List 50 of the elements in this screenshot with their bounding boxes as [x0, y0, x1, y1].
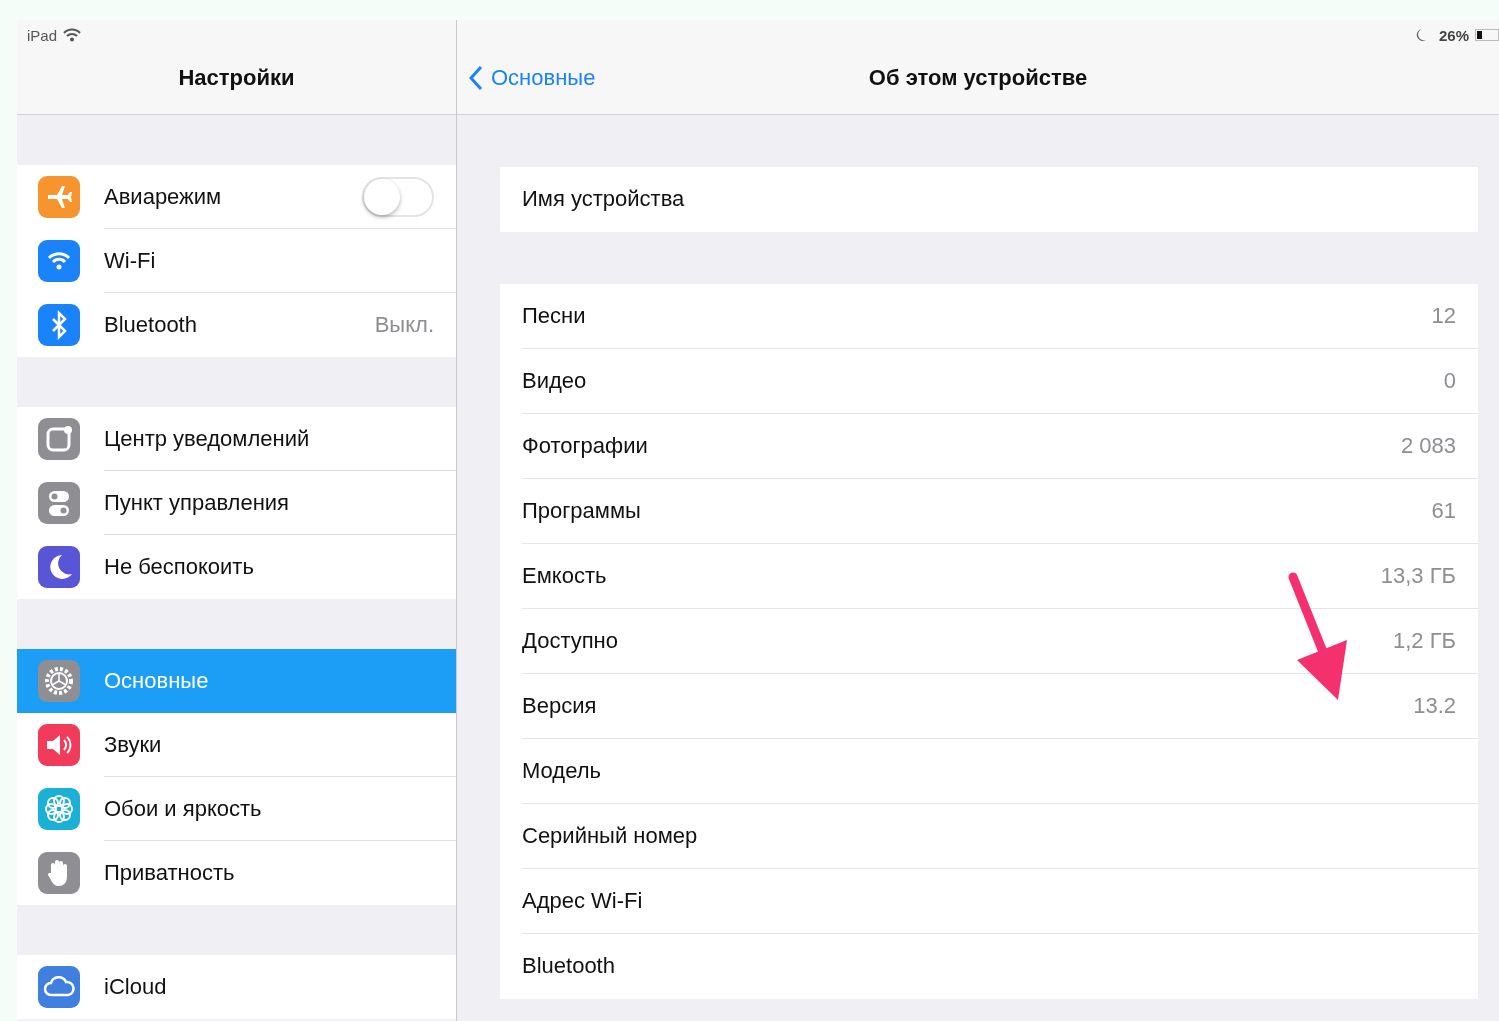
settings-row[interactable]: Авиарежим — [17, 165, 456, 229]
info-label: Адрес Wi-Fi — [522, 888, 644, 914]
settings-row[interactable]: Wi-Fi — [17, 229, 456, 293]
info-label: Доступно — [522, 628, 619, 654]
row-label: Центр уведомлений — [104, 425, 311, 452]
row-label: Авиарежим — [104, 183, 223, 210]
row-label: Основные — [104, 667, 210, 694]
battery-percent: 26% — [1438, 26, 1469, 44]
row-label: Пункт управления — [104, 489, 290, 516]
chevron-icon — [469, 65, 483, 91]
row-label: Bluetooth — [104, 311, 198, 338]
moon-icon — [1414, 28, 1427, 42]
info-label: Серийный номер — [522, 823, 699, 849]
info-label: Емкость — [522, 563, 608, 589]
row-label: iCloud — [104, 973, 168, 1000]
settings-row[interactable]: Пункт управления — [17, 471, 456, 535]
info-label: Bluetooth — [522, 953, 616, 979]
settings-row[interactable]: Звуки — [17, 713, 456, 777]
row-label: Wi-Fi — [104, 247, 157, 274]
row-label: Не беспокоить — [104, 553, 255, 580]
settings-row[interactable]: Приватность — [17, 841, 456, 905]
info-value: 13,3 ГБ — [1380, 563, 1456, 589]
info-label: Фотографии — [522, 433, 649, 459]
device-name: iPad — [27, 26, 58, 44]
row-value: Выкл. — [374, 311, 434, 338]
info-label: Имя устройства — [522, 186, 686, 212]
settings-row[interactable]: iCloud — [17, 955, 456, 1019]
info-value: 12 — [1431, 303, 1456, 329]
settings-row[interactable]: Центр уведомлений — [17, 407, 456, 471]
info-value: 0 — [1443, 368, 1456, 394]
row-label: Приватность — [104, 859, 236, 886]
toggle-switch[interactable] — [362, 176, 434, 217]
info-label: Песни — [522, 303, 587, 329]
page-title: Об этом устройстве — [868, 65, 1088, 91]
settings-row[interactable]: Не беспокоить — [17, 535, 456, 599]
row-label: Обои и яркость — [104, 795, 263, 822]
info-value: 13.2 — [1413, 693, 1456, 719]
info-value: 1,2 ГБ — [1392, 628, 1456, 654]
info-value: 2 083 — [1400, 433, 1456, 459]
wifi-icon — [63, 28, 82, 42]
settings-row[interactable]: Bluetooth Выкл. — [17, 293, 456, 357]
info-label: Программы — [522, 498, 642, 524]
row-label: Звуки — [104, 731, 163, 758]
sidebar-title: Настройки — [178, 65, 295, 91]
battery-icon — [1475, 29, 1499, 41]
info-label: Видео — [522, 368, 588, 394]
settings-row[interactable]: Обои и яркость — [17, 777, 456, 841]
info-label: Модель — [522, 758, 602, 784]
info-value: 61 — [1431, 498, 1456, 524]
info-label: Версия — [522, 693, 598, 719]
